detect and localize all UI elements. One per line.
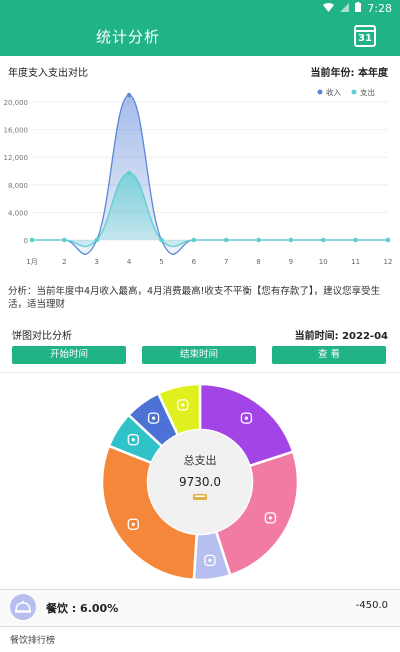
data-point [385, 237, 391, 243]
x-tick-label: 6 [192, 258, 197, 266]
divider [0, 626, 400, 627]
x-tick-label: 4 [127, 258, 132, 266]
page-title: 统计分析 [96, 28, 161, 46]
line-chart-title: 年度支入支出对比 [8, 68, 88, 79]
year-selector[interactable]: 当前年份: 本年度 [311, 64, 388, 79]
status-bar: 7:28 [0, 0, 400, 18]
data-point [159, 237, 164, 243]
donut-center-label: 总支出 [184, 453, 217, 467]
series-line [31, 172, 388, 248]
series-line [31, 94, 388, 255]
series-area [32, 173, 388, 247]
category-percent: 餐饮 : 6.00% [46, 602, 119, 615]
app-bar: 统计分析 31 [0, 18, 400, 56]
line-chart: 0 4,000 8,000 12,000 16,000 20,000 1月 2 3 4 5 6 7 8 9… [4, 87, 393, 266]
data-point [29, 237, 35, 243]
view-button[interactable]: 查 看 [272, 346, 386, 364]
data-point [126, 170, 132, 176]
y-tick-label: 4,000 [8, 209, 28, 217]
y-tick-label: 20,000 [4, 99, 29, 107]
donut-chart: 总支出 9730.0 [100, 382, 300, 582]
data-point [126, 92, 132, 98]
y-tick-label: 12,000 [4, 154, 29, 162]
data-point [94, 237, 99, 243]
start-time-button[interactable]: 开始时间 [12, 346, 126, 364]
x-tick-label: 10 [319, 258, 328, 266]
money-icon [193, 494, 207, 500]
y-tick-label: 0 [24, 237, 28, 245]
signal-icon [340, 2, 350, 15]
x-tick-label: 7 [224, 258, 228, 266]
category-detail-row[interactable]: 餐饮 : 6.00% -450.0 [0, 590, 400, 626]
legend-label: 支出 [360, 87, 375, 97]
x-tick-label: 12 [384, 258, 393, 266]
y-tick-label: 8,000 [8, 182, 28, 190]
data-point [62, 237, 67, 243]
category-amount: -450.0 [355, 600, 388, 611]
end-time-button[interactable]: 结束时间 [142, 346, 256, 364]
x-tick-label: 2 [62, 258, 66, 266]
current-time-label: 当前时间: 2022-04 [294, 331, 388, 342]
clock-time: 7:28 [367, 2, 392, 15]
calendar-day: 31 [358, 33, 372, 44]
x-tick-label: 1月 [26, 258, 37, 266]
x-tick-label: 11 [351, 258, 360, 266]
data-point [256, 237, 261, 243]
data-point [321, 237, 326, 243]
data-point [223, 237, 229, 243]
data-point [191, 237, 197, 243]
dining-icon [10, 594, 36, 620]
wifi-icon [323, 2, 335, 15]
donut-center-value: 9730.0 [179, 475, 221, 489]
divider [0, 372, 400, 373]
analysis-text: 分析：当前年度中4月收入最高，4月消费最高!收支不平衡【您有存款了】，建议您享受… [8, 286, 381, 310]
y-tick-label: 16,000 [4, 127, 29, 135]
x-tick-label: 9 [289, 258, 293, 266]
series-area [32, 95, 388, 255]
battery-icon [355, 2, 362, 15]
legend-marker [317, 89, 323, 95]
calendar-icon[interactable]: 31 [354, 25, 376, 47]
ranking-title: 餐饮排行榜 [10, 636, 56, 646]
legend-marker [351, 89, 357, 95]
legend-label: 收入 [326, 87, 341, 97]
data-point [353, 237, 358, 243]
pie-chart-title: 饼图对比分析 [12, 331, 72, 342]
x-tick-label: 8 [256, 258, 260, 266]
x-tick-label: 3 [94, 258, 98, 266]
x-tick-label: 5 [159, 258, 163, 266]
data-point [288, 237, 294, 243]
